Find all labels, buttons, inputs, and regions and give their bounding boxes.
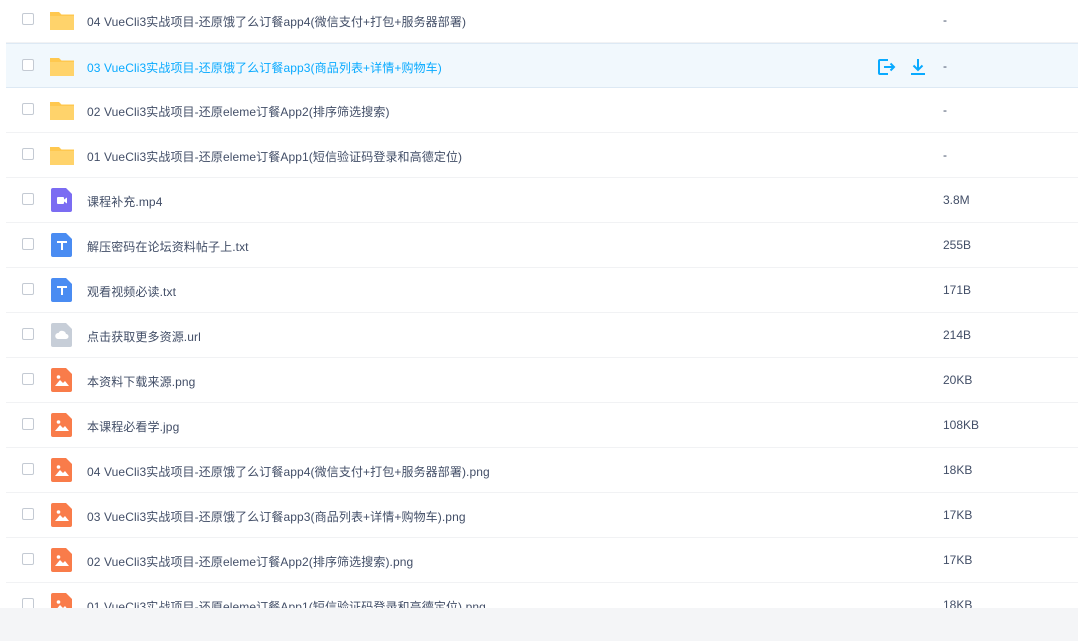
file-list: 04 VueCli3实战项目-还原饿了么订餐app4(微信支付+打包+服务器部署…: [0, 0, 1078, 628]
file-name[interactable]: 点击获取更多资源.url: [87, 328, 201, 345]
folder-row[interactable]: 01 VueCli3实战项目-还原eleme订餐App1(短信验证码登录和高德定…: [6, 133, 1078, 178]
file-size: 108KB: [943, 418, 980, 432]
file-size: 20KB: [943, 373, 973, 387]
file-size: -: [943, 148, 947, 162]
folder-icon: [49, 53, 75, 79]
file-name[interactable]: 01 VueCli3实战项目-还原eleme订餐App1(短信验证码登录和高德定…: [87, 148, 462, 165]
row-checkbox[interactable]: [22, 59, 34, 71]
file-size: 17KB: [943, 508, 973, 522]
file-size: -: [943, 59, 947, 73]
file-name[interactable]: 02 VueCli3实战项目-还原eleme订餐App2(排序筛选搜索).png: [87, 553, 413, 570]
share-icon[interactable]: [876, 57, 896, 77]
file-row[interactable]: 03 VueCli3实战项目-还原饿了么订餐app3(商品列表+详情+购物车).…: [6, 493, 1078, 538]
file-size: 255B: [943, 238, 972, 252]
row-checkbox[interactable]: [22, 13, 34, 25]
row-checkbox[interactable]: [22, 418, 34, 430]
text-file-icon: [49, 277, 75, 303]
file-name[interactable]: 本资料下载来源.png: [87, 373, 195, 390]
image-file-icon: [49, 502, 75, 528]
folder-icon: [49, 97, 75, 123]
file-name[interactable]: 04 VueCli3实战项目-还原饿了么订餐app4(微信支付+打包+服务器部署…: [87, 463, 490, 480]
row-checkbox[interactable]: [22, 148, 34, 160]
image-file-icon: [49, 412, 75, 438]
row-checkbox[interactable]: [22, 193, 34, 205]
footer-bar: [0, 608, 1078, 641]
file-row[interactable]: 课程补充.mp4 3.8M: [6, 178, 1078, 223]
file-row[interactable]: 点击获取更多资源.url 214B: [6, 313, 1078, 358]
video-file-icon: [49, 187, 75, 213]
folder-row[interactable]: 04 VueCli3实战项目-还原饿了么订餐app4(微信支付+打包+服务器部署…: [6, 0, 1078, 43]
file-row[interactable]: 本资料下载来源.png 20KB: [6, 358, 1078, 403]
url-file-icon: [49, 322, 75, 348]
row-checkbox[interactable]: [22, 103, 34, 115]
row-checkbox[interactable]: [22, 238, 34, 250]
file-size: -: [943, 13, 947, 27]
row-checkbox[interactable]: [22, 283, 34, 295]
download-icon[interactable]: [908, 57, 928, 77]
file-name[interactable]: 课程补充.mp4: [87, 193, 162, 210]
image-file-icon: [49, 547, 75, 573]
folder-row[interactable]: 02 VueCli3实战项目-还原eleme订餐App2(排序筛选搜索) -: [6, 88, 1078, 133]
file-name[interactable]: 04 VueCli3实战项目-还原饿了么订餐app4(微信支付+打包+服务器部署…: [87, 13, 466, 30]
row-checkbox[interactable]: [22, 373, 34, 385]
row-checkbox[interactable]: [22, 553, 34, 565]
file-row[interactable]: 02 VueCli3实战项目-还原eleme订餐App2(排序筛选搜索).png…: [6, 538, 1078, 583]
image-file-icon: [49, 367, 75, 393]
file-name[interactable]: 观看视频必读.txt: [87, 283, 176, 300]
file-name[interactable]: 本课程必看学.jpg: [87, 418, 179, 435]
file-row[interactable]: 04 VueCli3实战项目-还原饿了么订餐app4(微信支付+打包+服务器部署…: [6, 448, 1078, 493]
folder-icon: [49, 7, 75, 33]
file-size: 18KB: [943, 463, 973, 477]
file-name[interactable]: 03 VueCli3实战项目-还原饿了么订餐app3(商品列表+详情+购物车).…: [87, 508, 466, 525]
file-row[interactable]: 观看视频必读.txt 171B: [6, 268, 1078, 313]
image-file-icon: [49, 457, 75, 483]
row-checkbox[interactable]: [22, 508, 34, 520]
row-checkbox[interactable]: [22, 463, 34, 475]
file-name[interactable]: 03 VueCli3实战项目-还原饿了么订餐app3(商品列表+详情+购物车): [87, 59, 442, 76]
folder-row[interactable]: 03 VueCli3实战项目-还原饿了么订餐app3(商品列表+详情+购物车) -: [6, 43, 1078, 88]
file-size: 3.8M: [943, 193, 970, 207]
file-name[interactable]: 解压密码在论坛资料帖子上.txt: [87, 238, 249, 255]
file-size: 214B: [943, 328, 972, 342]
file-name[interactable]: 02 VueCli3实战项目-还原eleme订餐App2(排序筛选搜索): [87, 103, 390, 120]
file-size: -: [943, 103, 947, 117]
text-file-icon: [49, 232, 75, 258]
folder-icon: [49, 142, 75, 168]
row-checkbox[interactable]: [22, 328, 34, 340]
file-size: 171B: [943, 283, 972, 297]
file-row[interactable]: 本课程必看学.jpg 108KB: [6, 403, 1078, 448]
file-row[interactable]: 解压密码在论坛资料帖子上.txt 255B: [6, 223, 1078, 268]
file-size: 17KB: [943, 553, 973, 567]
